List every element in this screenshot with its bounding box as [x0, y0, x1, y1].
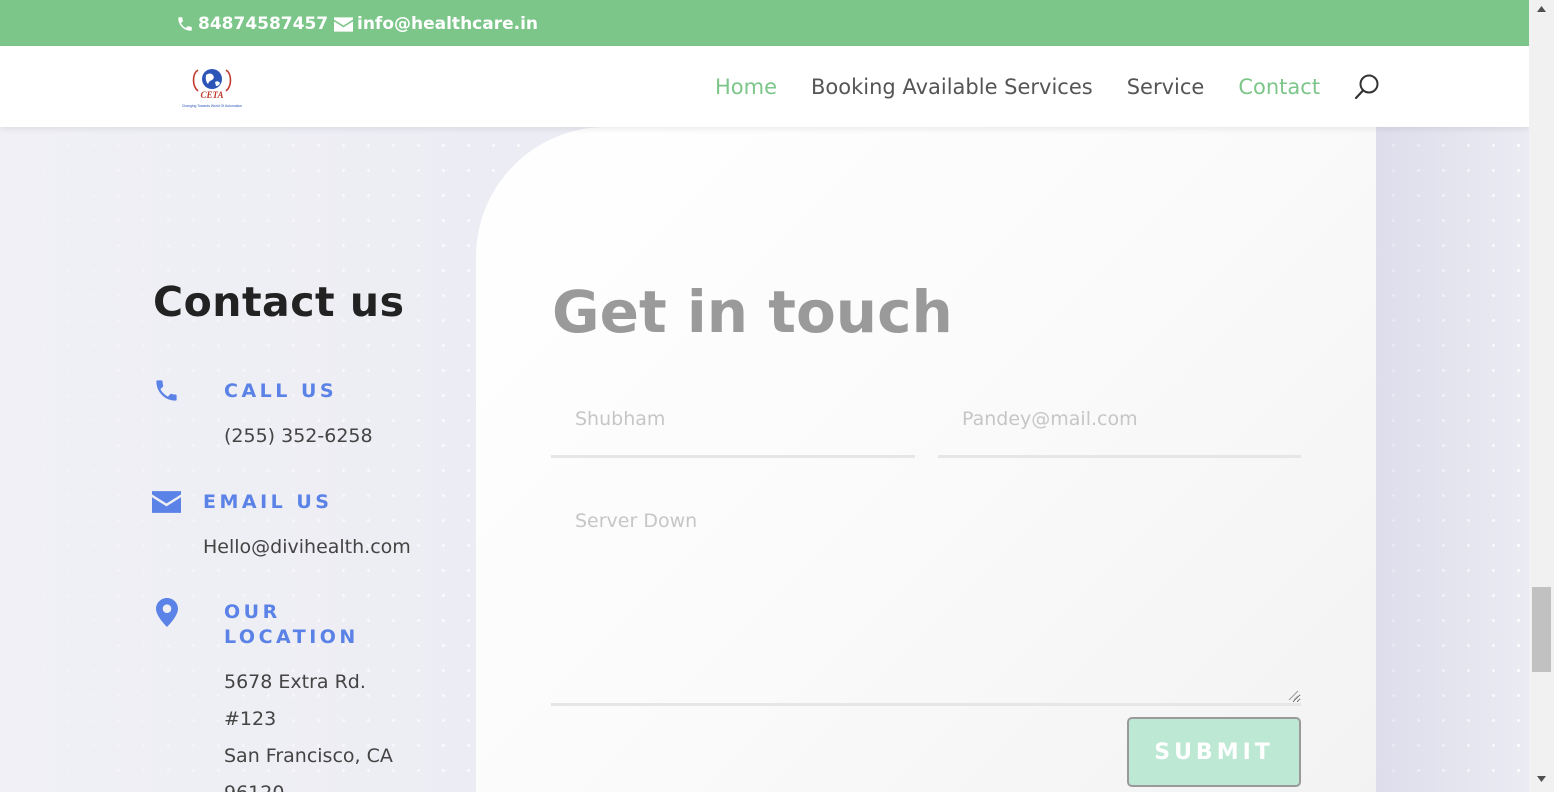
- nav-home[interactable]: Home: [715, 75, 777, 99]
- our-location-label-line1: OUR: [224, 601, 281, 623]
- svg-text:Changing Towards World Of Auto: Changing Towards World Of Automation: [182, 104, 242, 108]
- topbar-email-address: info@healthcare.in: [357, 14, 539, 34]
- contact-us-heading: Contact us: [153, 278, 405, 326]
- map-pin-icon: [156, 598, 178, 627]
- address-line-3: San Francisco, CA: [224, 745, 393, 767]
- address-line-1: 5678 Extra Rd.: [224, 671, 366, 693]
- call-us-number[interactable]: (255) 352-6258: [224, 418, 373, 455]
- nav-service[interactable]: Service: [1127, 75, 1205, 99]
- scroll-up-arrow-icon[interactable]: [1529, 0, 1554, 17]
- search-icon[interactable]: [1353, 73, 1381, 101]
- svg-text:CETA: CETA: [200, 90, 223, 100]
- main-navigation: Home Booking Available Services Service …: [715, 73, 1381, 101]
- phone-icon: [156, 380, 177, 401]
- nav-contact[interactable]: Contact: [1238, 75, 1320, 99]
- vertical-scrollbar[interactable]: [1529, 0, 1554, 792]
- site-header: CETA Changing Towards World Of Automatio…: [0, 46, 1529, 127]
- scroll-down-arrow-icon[interactable]: [1529, 770, 1554, 787]
- phone-icon: [178, 17, 192, 31]
- address-line-4: 96120: [224, 775, 393, 792]
- nav-booking-available-services[interactable]: Booking Available Services: [811, 75, 1093, 99]
- our-location-label-line2: LOCATION: [224, 626, 359, 648]
- email-us-label: EMAIL US: [203, 491, 333, 513]
- globe-icon: CETA Changing Towards World Of Automatio…: [182, 69, 242, 108]
- message-textarea[interactable]: [551, 492, 1301, 706]
- location-address: 5678 Extra Rd. #123 San Francisco, CA 96…: [224, 664, 393, 792]
- email-input[interactable]: [938, 383, 1301, 458]
- topbar-phone-number: 84874587457: [198, 14, 329, 34]
- topbar-phone[interactable]: 84874587457: [176, 13, 328, 35]
- top-contact-bar: 84874587457 info@healthcare.in: [0, 0, 1529, 46]
- mail-icon: [334, 16, 353, 32]
- get-in-touch-heading: Get in touch: [552, 278, 953, 346]
- call-us-label: CALL US: [224, 380, 338, 402]
- mail-icon: [152, 491, 181, 513]
- our-location-label: OUR LOCATION: [224, 600, 359, 650]
- address-line-2: #123: [224, 708, 277, 730]
- submit-button[interactable]: SUBMIT: [1127, 717, 1301, 787]
- email-us-address[interactable]: Hello@divihealth.com: [203, 529, 411, 566]
- topbar-email[interactable]: info@healthcare.in: [334, 13, 538, 35]
- resize-handle-icon[interactable]: [1287, 689, 1299, 701]
- site-logo[interactable]: CETA Changing Towards World Of Automatio…: [180, 64, 244, 110]
- name-input[interactable]: [551, 383, 915, 458]
- background-shade: [1376, 127, 1529, 792]
- scrollbar-thumb[interactable]: [1532, 587, 1551, 672]
